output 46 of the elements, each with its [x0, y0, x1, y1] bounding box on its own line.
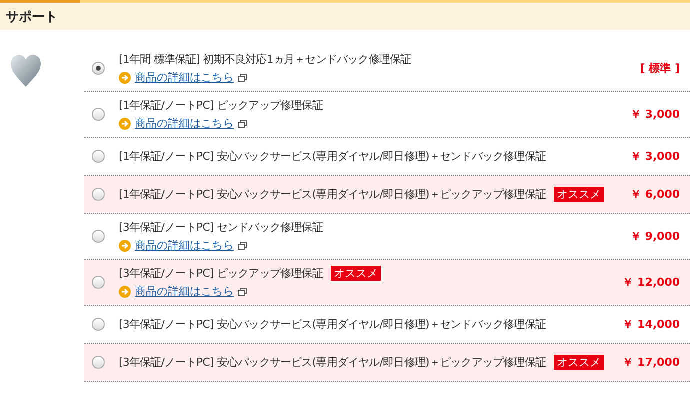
- price: ￥ 17,000: [622, 355, 680, 370]
- details-link[interactable]: 商品の詳細はこちら: [135, 238, 234, 253]
- arrow-icon: [119, 72, 131, 84]
- price: ￥ 14,000: [622, 317, 680, 332]
- radio-button[interactable]: [92, 188, 105, 201]
- option-label: [3年保証/ノートPC] ピックアップ修理保証: [119, 266, 323, 281]
- recommend-badge: オススメ: [554, 355, 604, 370]
- details-link[interactable]: 商品の詳細はこちら: [135, 284, 234, 299]
- radio-button[interactable]: [92, 108, 105, 121]
- radio-button[interactable]: [92, 356, 105, 369]
- option-row[interactable]: [1年保証/ノートPC] 安心パックサービス(専用ダイヤル/即日修理)＋ピックアップ修理保証 オススメ ￥ 6,000: [84, 176, 690, 214]
- arrow-icon: [119, 240, 131, 252]
- recommend-badge: オススメ: [330, 266, 381, 281]
- recommend-badge: オススメ: [554, 187, 604, 202]
- details-link[interactable]: 商品の詳細はこちら: [135, 116, 234, 131]
- option-label: [3年保証/ノートPC] 安心パックサービス(専用ダイヤル/即日修理)＋センドバック修理保証: [119, 317, 546, 332]
- radio-button[interactable]: [92, 276, 105, 289]
- price: [ 標準 ]: [640, 61, 680, 76]
- arrow-icon: [119, 286, 131, 298]
- new-window-icon: [238, 120, 247, 128]
- price: ￥ 3,000: [630, 107, 680, 122]
- section-title: サポート: [6, 8, 58, 26]
- option-row[interactable]: [3年保証/ノートPC] 安心パックサービス(専用ダイヤル/即日修理)＋ピックアップ修理保証 オススメ ￥ 17,000: [84, 344, 690, 382]
- option-label: [1年保証/ノートPC] ピックアップ修理保証: [119, 98, 323, 113]
- option-label: [1年間 標準保証] 初期不良対応1ヵ月＋センドバック修理保証: [119, 52, 412, 67]
- new-window-icon: [238, 242, 247, 250]
- new-window-icon: [238, 288, 247, 296]
- option-label: [3年保証/ノートPC] センドバック修理保証: [119, 220, 323, 235]
- price: ￥ 9,000: [630, 229, 680, 244]
- price: ￥ 3,000: [630, 149, 680, 164]
- radio-button[interactable]: [92, 230, 105, 243]
- option-label: [1年保証/ノートPC] 安心パックサービス(専用ダイヤル/即日修理)＋センドバック修理保証: [119, 149, 546, 164]
- arrow-icon: [119, 118, 131, 130]
- price: ￥ 12,000: [622, 275, 680, 290]
- option-label: [1年保証/ノートPC] 安心パックサービス(専用ダイヤル/即日修理)＋ピックアップ修理保証: [119, 187, 546, 202]
- option-row[interactable]: [3年保証/ノートPC] ピックアップ修理保証 オススメ 商品の詳細はこちら ￥ 12,000: [84, 260, 690, 306]
- radio-button[interactable]: [92, 62, 105, 75]
- heart-icon: [10, 54, 42, 88]
- option-label: [3年保証/ノートPC] 安心パックサービス(専用ダイヤル/即日修理)＋ピックアップ修理保証: [119, 355, 546, 370]
- option-row[interactable]: [1年保証/ノートPC] ピックアップ修理保証 商品の詳細はこちら ￥ 3,000: [84, 92, 690, 138]
- radio-button[interactable]: [92, 318, 105, 331]
- details-link[interactable]: 商品の詳細はこちら: [135, 70, 234, 85]
- new-window-icon: [238, 74, 247, 82]
- radio-button[interactable]: [92, 150, 105, 163]
- option-row[interactable]: [1年間 標準保証] 初期不良対応1ヵ月＋センドバック修理保証 商品の詳細はこちら [ 標準 ]: [84, 46, 690, 92]
- price: ￥ 6,000: [630, 187, 680, 202]
